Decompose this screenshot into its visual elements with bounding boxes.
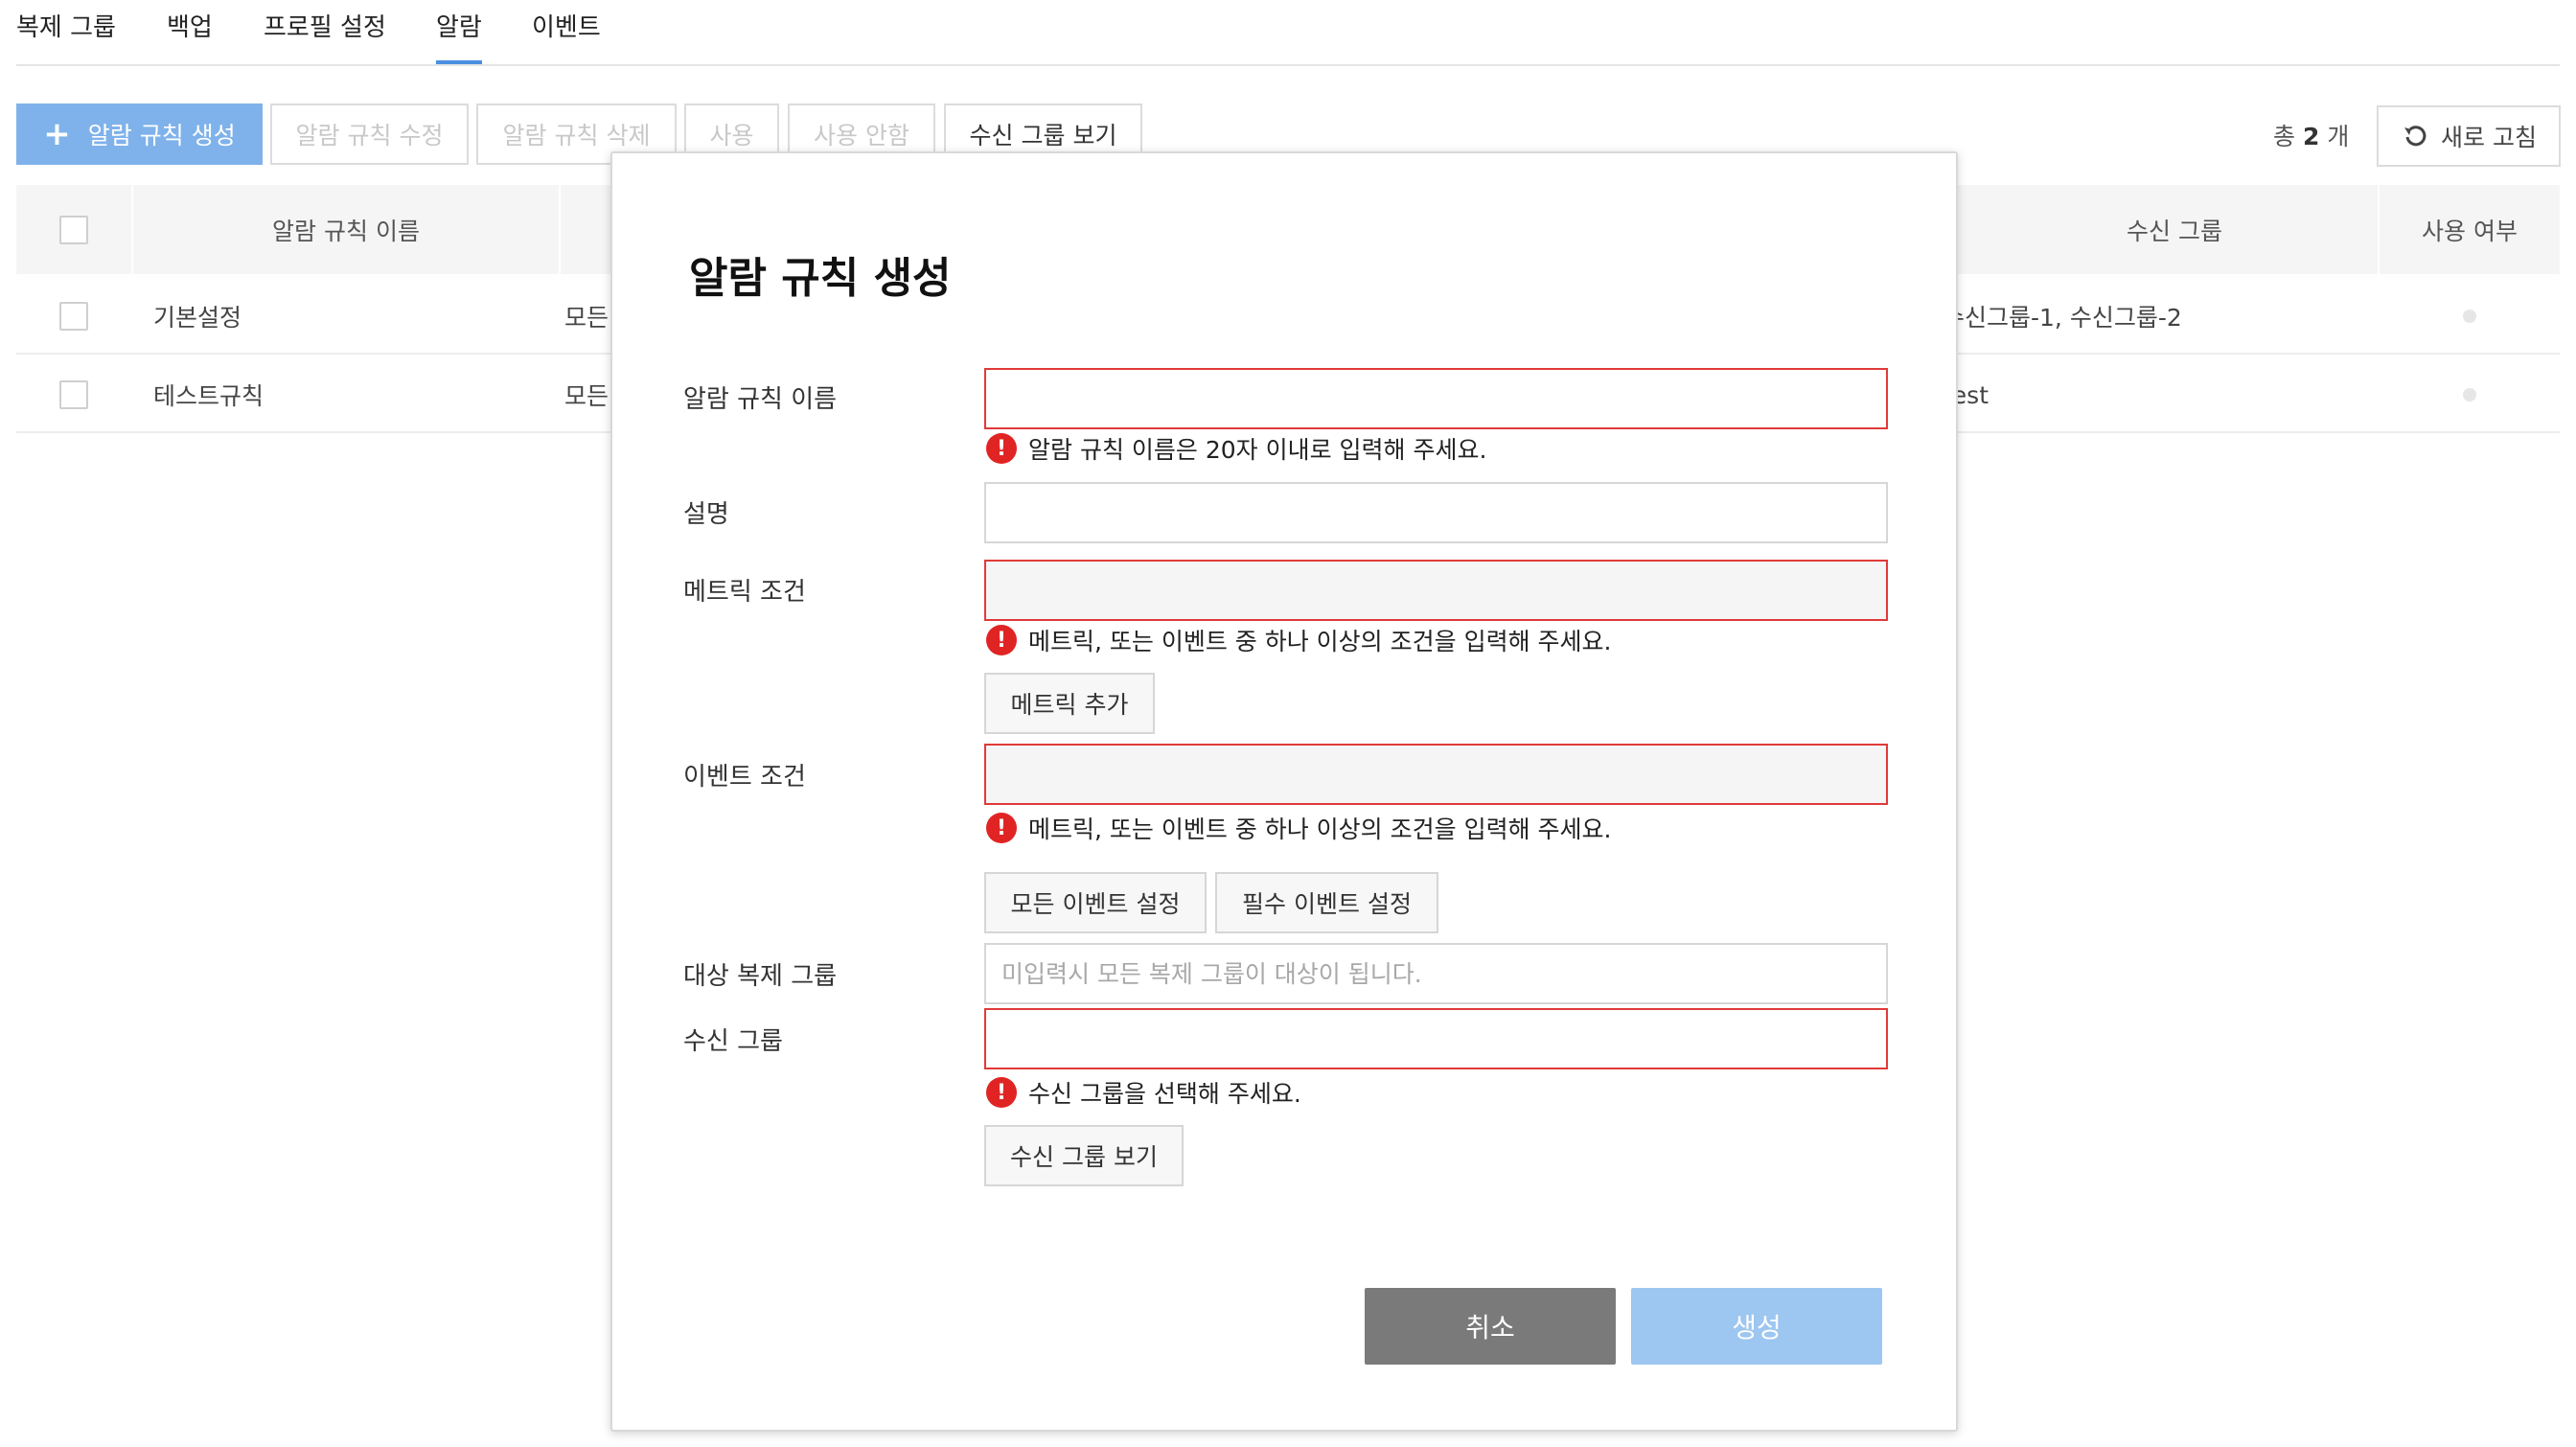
all-events-button[interactable]: 모든 이벤트 설정 [984, 872, 1207, 933]
create-alarm-rule-label: 알람 규칙 생성 [87, 122, 236, 149]
rule-name-error: ! 알람 규칙 이름은 20자 이내로 입력해 주세요. [986, 431, 1486, 466]
rule-name-cell: 기본설정 [153, 304, 242, 332]
rule-name-input[interactable] [984, 368, 1888, 429]
error-icon: ! [986, 625, 1017, 655]
edit-alarm-rule-button[interactable]: 알람 규칙 수정 [270, 103, 469, 165]
usage-status-dot [2463, 310, 2476, 323]
tab-backup[interactable]: 백업 [167, 8, 213, 43]
receiver-group-error: ! 수신 그룹을 선택해 주세요. [986, 1075, 1301, 1110]
tab-bar: 복제 그룹 백업 프로필 설정 알람 이벤트 [16, 0, 2560, 66]
dialog-title: 알람 규칙 생성 [689, 254, 952, 303]
metric-condition-input[interactable] [984, 560, 1888, 621]
tab-alarm[interactable]: 알람 [436, 8, 482, 64]
row-checkbox[interactable] [59, 302, 88, 331]
total-suffix: 개 [2327, 123, 2350, 150]
plus-icon: + [43, 115, 71, 153]
rule-name-error-text: 알람 규칙 이름은 20자 이내로 입력해 주세요. [1028, 436, 1487, 464]
event-condition-error-text: 메트릭, 또는 이벤트 중 하나 이상의 조건을 입력해 주세요. [1028, 815, 1612, 843]
rule-target-cell: 모든 [564, 304, 610, 332]
tab-event[interactable]: 이벤트 [532, 8, 601, 43]
refresh-label: 새로 고침 [2441, 124, 2537, 151]
total-number: 2 [2302, 123, 2320, 150]
select-all-checkbox[interactable] [59, 216, 88, 244]
create-button[interactable]: 생성 [1631, 1288, 1882, 1365]
column-header-receiver-group[interactable]: 수신 그룹 [1955, 185, 2394, 274]
rule-name-cell: 테스트규칙 [153, 382, 264, 410]
metric-condition-label: 메트릭 조건 [683, 578, 806, 607]
row-checkbox[interactable] [59, 380, 88, 409]
event-condition-label: 이벤트 조건 [683, 763, 806, 792]
column-divider [559, 185, 561, 274]
receiver-group-input[interactable] [984, 1008, 1888, 1069]
create-alarm-rule-button[interactable]: + 알람 규칙 생성 [16, 103, 263, 165]
receiver-group-label: 수신 그룹 [683, 1027, 783, 1056]
total-prefix: 총 [2273, 123, 2296, 150]
description-label: 설명 [683, 500, 729, 529]
error-icon: ! [986, 1077, 1017, 1108]
target-group-label: 대상 복제 그룹 [683, 962, 838, 991]
metric-condition-error-text: 메트릭, 또는 이벤트 중 하나 이상의 조건을 입력해 주세요. [1028, 628, 1612, 655]
rule-target-cell: 모든 [564, 382, 610, 410]
event-condition-input[interactable] [984, 744, 1888, 805]
refresh-icon [2404, 126, 2426, 147]
receiver-group-error-text: 수신 그룹을 선택해 주세요. [1028, 1080, 1301, 1108]
create-alarm-rule-dialog: 알람 규칙 생성 알람 규칙 이름 ! 알람 규칙 이름은 20자 이내로 입력… [610, 151, 1958, 1432]
usage-status-dot [2463, 388, 2476, 402]
add-metric-button[interactable]: 메트릭 추가 [984, 673, 1155, 734]
column-header-usage[interactable]: 사용 여부 [2380, 185, 2560, 274]
rule-name-label: 알람 규칙 이름 [683, 385, 838, 414]
error-icon: ! [986, 813, 1017, 843]
view-receiver-group-button[interactable]: 수신 그룹 보기 [984, 1125, 1184, 1186]
required-events-button[interactable]: 필수 이벤트 설정 [1215, 872, 1438, 933]
event-condition-error: ! 메트릭, 또는 이벤트 중 하나 이상의 조건을 입력해 주세요. [986, 811, 1611, 845]
receiver-group-cell: 수신그룹-1, 수신그룹-2 [1943, 304, 2182, 332]
target-group-input[interactable] [984, 943, 1888, 1004]
column-header-name[interactable]: 알람 규칙 이름 [133, 185, 559, 274]
description-input[interactable] [984, 482, 1888, 543]
tab-profile-settings[interactable]: 프로필 설정 [264, 8, 386, 43]
cancel-button[interactable]: 취소 [1365, 1288, 1616, 1365]
refresh-button[interactable]: 새로 고침 [2377, 105, 2561, 167]
metric-condition-error: ! 메트릭, 또는 이벤트 중 하나 이상의 조건을 입력해 주세요. [986, 623, 1611, 657]
total-count: 총 2 개 [2273, 118, 2349, 152]
error-icon: ! [986, 433, 1017, 464]
tab-replication-group[interactable]: 복제 그룹 [16, 8, 116, 43]
